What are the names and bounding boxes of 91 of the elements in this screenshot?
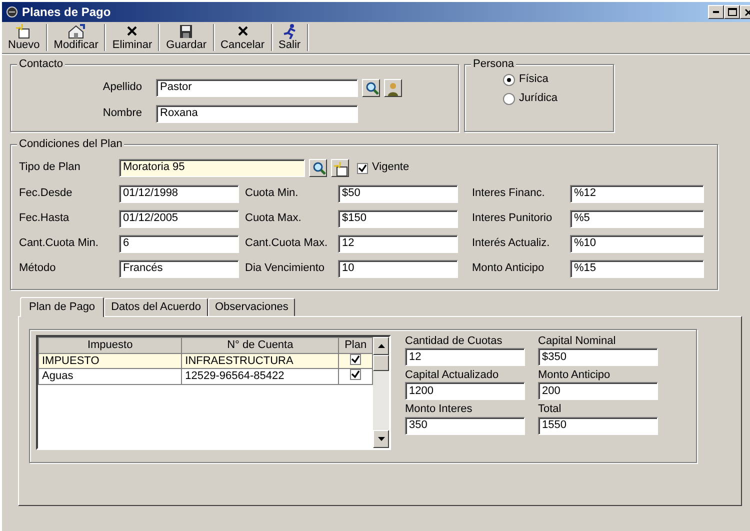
field-label: Método — [19, 262, 57, 276]
input-field[interactable]: Francés — [119, 260, 239, 278]
table-row[interactable]: IMPUESTO INFRAESTRUCTURA — [38, 354, 372, 369]
tab[interactable]: Plan de Pago — [20, 296, 104, 317]
search-button[interactable] — [362, 79, 380, 97]
field-label: Tipo de Plan — [19, 161, 82, 175]
input-field[interactable]: 12 — [405, 348, 525, 366]
checkbox[interactable] — [357, 162, 368, 174]
column-header[interactable]: N° de Cuenta — [182, 338, 339, 354]
input-field[interactable]: 01/12/1998 — [119, 185, 239, 203]
field-label: Fec.Hasta — [19, 212, 70, 226]
table-cell: Aguas — [38, 368, 182, 384]
maximize-button[interactable] — [724, 5, 740, 19]
scrollbar[interactable] — [373, 337, 389, 448]
person-icon — [386, 80, 400, 96]
input-field[interactable]: 01/12/2005 — [119, 210, 239, 228]
input-field[interactable]: 10 — [338, 260, 458, 278]
toolbar-button[interactable]: Salir — [272, 22, 307, 53]
maximize-icon — [728, 8, 736, 16]
tab[interactable]: Datos del Acuerdo — [104, 298, 208, 316]
input-field[interactable]: Pastor — [156, 79, 358, 97]
input-field[interactable]: 1200 — [405, 382, 525, 400]
field-label: Monto Anticipo — [538, 369, 612, 382]
field-label: Capital Actualizado — [405, 369, 500, 382]
input-field[interactable]: 200 — [538, 382, 658, 400]
column-header[interactable]: Plan — [338, 338, 372, 354]
input-field[interactable]: $50 — [338, 185, 458, 203]
toolbar-button[interactable]: Nuevo — [2, 22, 46, 53]
input-field[interactable]: %10 — [570, 235, 704, 253]
up-arrow-icon — [378, 344, 384, 348]
scroll-up-button[interactable] — [373, 337, 389, 355]
field-label: Interes Punitorio — [472, 212, 554, 226]
field-label: Monto Interes — [405, 403, 474, 417]
field-label: Cant.Cuota Max. — [245, 237, 329, 251]
field-label: Cantidad de Cuotas — [405, 335, 504, 348]
tab[interactable]: Observaciones — [208, 298, 296, 316]
column-header[interactable]: Impuesto — [38, 338, 182, 354]
table-cell: IMPUESTO — [38, 354, 182, 369]
checkbox-label: Vigente — [372, 161, 410, 175]
radio-button[interactable] — [503, 74, 515, 86]
table-cell: INFRAESTRUCTURA — [182, 354, 339, 369]
down-arrow-icon — [378, 437, 384, 441]
field-label: Cant.Cuota Min. — [19, 237, 100, 251]
field-label: Monto Anticipo — [472, 262, 546, 276]
scroll-down-button[interactable] — [373, 430, 389, 448]
field-label: Capital Nominal — [538, 335, 617, 348]
field-label: Dia Vencimiento — [245, 262, 326, 276]
input-field[interactable]: $350 — [538, 348, 658, 366]
person-button[interactable] — [384, 79, 402, 97]
close-icon — [744, 8, 750, 16]
minimize-button[interactable] — [708, 5, 724, 19]
field-label: Interés Actualiz. — [472, 237, 551, 251]
minimize-icon — [713, 11, 719, 13]
input-field[interactable]: %5 — [570, 210, 704, 228]
input-field[interactable]: 350 — [405, 416, 525, 435]
new-button[interactable] — [331, 159, 349, 177]
field-label: Cuota Min. — [245, 187, 300, 201]
input-field[interactable]: 1550 — [538, 416, 658, 435]
window-title: Planes de Pago — [22, 4, 111, 20]
search-icon — [310, 160, 326, 176]
house-icon — [67, 23, 86, 39]
field-label: Apellido — [102, 81, 143, 95]
search-icon — [364, 80, 378, 96]
table-row[interactable]: Aguas 12529-96564-85422 — [38, 368, 372, 384]
radio-label: Física — [519, 73, 548, 86]
radio-label: Jurídica — [519, 92, 558, 106]
input-field[interactable]: %12 — [570, 185, 704, 203]
field-label: Cuota Max. — [245, 212, 302, 226]
toolbar-button[interactable]: Modificar — [48, 22, 104, 53]
check-icon — [358, 164, 367, 172]
app-icon — [6, 6, 18, 18]
checkbox[interactable] — [350, 369, 362, 380]
checkbox[interactable] — [350, 354, 362, 366]
search-button[interactable] — [309, 159, 327, 177]
input-field[interactable]: Roxana — [156, 105, 358, 123]
input-field[interactable]: Moratoria 95 — [119, 159, 305, 177]
input-field[interactable]: %15 — [570, 260, 704, 278]
radio-button[interactable] — [503, 92, 515, 105]
scroll-thumb[interactable] — [373, 355, 389, 371]
new-document-icon — [332, 160, 348, 176]
input-field[interactable]: 12 — [338, 235, 458, 253]
field-label: Total — [538, 403, 562, 417]
toolbar-button[interactable]: Eliminar — [106, 22, 158, 53]
field-label: Fec.Desde — [19, 187, 74, 201]
toolbar-button[interactable]: Guardar — [160, 22, 213, 53]
field-label: Interes Financ. — [472, 187, 546, 201]
field-label: Nombre — [102, 107, 143, 121]
toolbar-button[interactable]: Cancelar — [214, 22, 271, 53]
input-field[interactable]: 6 — [119, 235, 239, 253]
table-cell: 12529-96564-85422 — [182, 368, 339, 384]
input-field[interactable]: $150 — [338, 210, 458, 228]
